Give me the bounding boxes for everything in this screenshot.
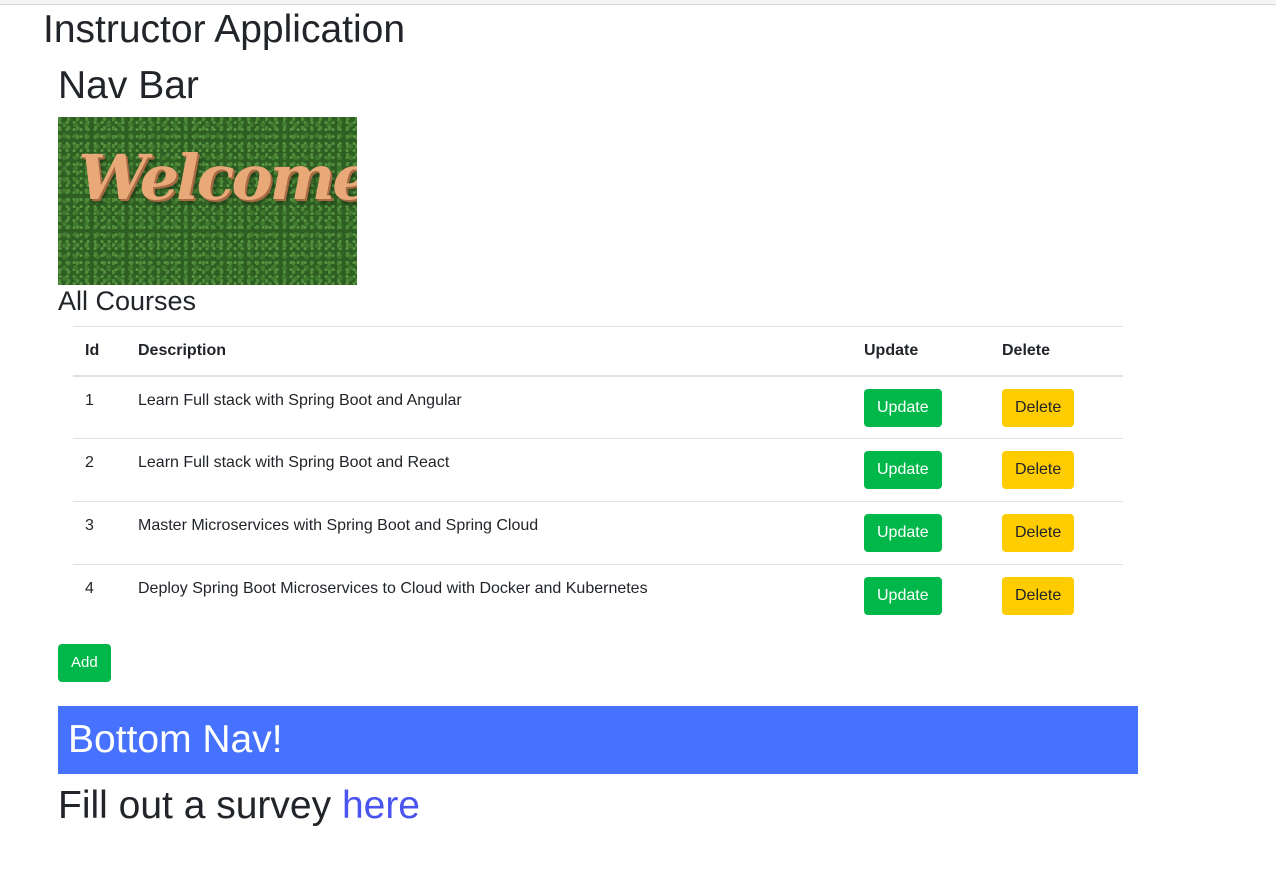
course-description: Master Microservices with Spring Boot an… [138, 517, 539, 534]
table-row: 3 Master Microservices with Spring Boot … [73, 502, 1123, 565]
welcome-banner-text: Welcome [78, 141, 357, 214]
table-row: 2 Learn Full stack with Spring Boot and … [73, 439, 1123, 502]
delete-button[interactable]: Delete [1002, 577, 1075, 615]
course-id: 4 [85, 580, 94, 597]
bottom-nav-text: Bottom Nav! [68, 718, 283, 761]
welcome-banner-image: Welcome [58, 117, 357, 285]
update-button[interactable]: Update [864, 388, 942, 427]
delete-button[interactable]: Delete [1002, 514, 1075, 552]
delete-button[interactable]: Delete [1002, 388, 1075, 427]
table-header-row: Id Description Update Delete [73, 326, 1123, 376]
table-row: 1 Learn Full stack with Spring Boot and … [73, 376, 1123, 439]
course-description: Deploy Spring Boot Microservices to Clou… [138, 580, 648, 597]
course-id: 3 [85, 517, 94, 534]
courses-table: Id Description Update Delete 1 Learn Ful… [73, 326, 1123, 628]
app-title: Instructor Application [43, 8, 406, 51]
survey-prompt-text: Fill out a survey [58, 784, 342, 827]
survey-link[interactable]: here [342, 784, 420, 827]
add-course-button[interactable]: Add [58, 644, 111, 682]
update-button[interactable]: Update [864, 577, 942, 615]
column-header-delete: Delete [1002, 341, 1051, 359]
course-id: 1 [85, 391, 94, 409]
column-header-id: Id [85, 341, 100, 359]
browser-top-edge [0, 0, 1276, 5]
update-button[interactable]: Update [864, 514, 942, 552]
column-header-update: Update [864, 341, 919, 359]
course-description: Learn Full stack with Spring Boot and An… [138, 391, 462, 409]
bottom-nav: Bottom Nav! [58, 706, 1138, 774]
nav-bar-title: Nav Bar [58, 64, 199, 107]
survey-prompt: Fill out a survey here [58, 784, 420, 828]
course-description: Learn Full stack with Spring Boot and Re… [138, 454, 450, 471]
update-button[interactable]: Update [864, 451, 942, 489]
table-row: 4 Deploy Spring Boot Microservices to Cl… [73, 565, 1123, 628]
delete-button[interactable]: Delete [1002, 451, 1075, 489]
column-header-description: Description [138, 341, 227, 359]
course-id: 2 [85, 454, 94, 471]
courses-section-title: All Courses [58, 286, 197, 316]
